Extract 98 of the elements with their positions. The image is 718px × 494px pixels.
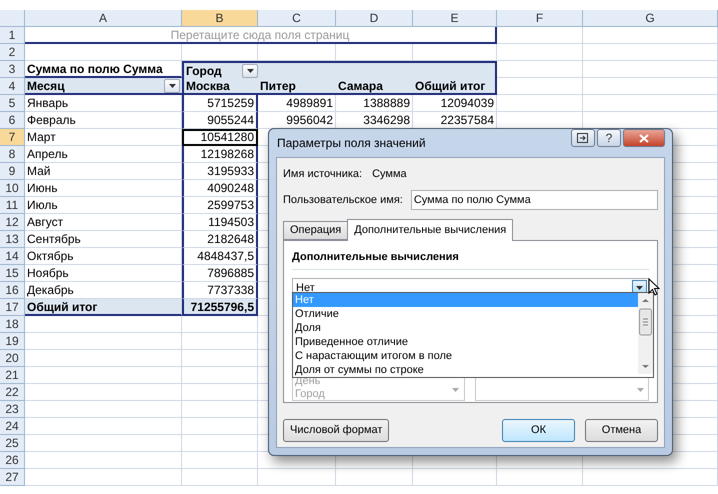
header-label: Питер: [260, 78, 296, 94]
table-cell: 71255796,5: [182, 299, 258, 316]
scroll-down-icon: [452, 388, 460, 392]
column-header[interactable]: E: [413, 10, 497, 27]
table-cell: 1388889: [336, 95, 413, 112]
table-cell: 12198268: [182, 146, 258, 163]
header-label: Месяц: [27, 78, 65, 94]
scrollbar[interactable]: [638, 293, 653, 374]
row-header[interactable]: 11: [0, 197, 25, 214]
row-header[interactable]: 6: [0, 112, 25, 129]
table-cell: Февраль: [25, 112, 182, 129]
row-header[interactable]: 22: [0, 384, 25, 401]
tab[interactable]: Дополнительные вычисления: [347, 219, 514, 241]
table-cell: 10541280: [182, 129, 258, 146]
column-header[interactable]: C: [258, 10, 336, 27]
header-label: Самара: [338, 78, 383, 94]
table-cell: 3195933: [182, 163, 258, 180]
column-header[interactable]: A: [25, 10, 182, 27]
dropdown-option[interactable]: Доля: [293, 321, 638, 335]
column-header[interactable]: B: [182, 10, 258, 27]
row-header[interactable]: 8: [0, 146, 25, 163]
list-item: Город: [295, 388, 326, 400]
filter-button[interactable]: [242, 64, 258, 78]
tab[interactable]: Операция: [283, 221, 348, 240]
table-cell: Июль: [25, 197, 182, 214]
row-header[interactable]: 14: [0, 248, 25, 265]
column-header[interactable]: F: [497, 10, 583, 27]
row-header[interactable]: 18: [0, 316, 25, 333]
dropdown-option[interactable]: С нарастающим итогом в поле: [293, 349, 638, 363]
dropdown-option[interactable]: Приведенное отличие: [293, 335, 638, 349]
header-label: Москва: [186, 78, 230, 94]
dropdown-option[interactable]: Отличие: [293, 307, 638, 321]
table-cell: Январь: [25, 95, 182, 112]
table-cell: Март: [25, 129, 182, 146]
window-title: Параметры поля значений: [276, 135, 426, 152]
row-header[interactable]: 13: [0, 231, 25, 248]
row-header[interactable]: 23: [0, 401, 25, 418]
table-cell: 12094039: [413, 95, 497, 112]
caret-icon: [246, 68, 254, 72]
table-cell: 9055244: [182, 112, 258, 129]
row-header[interactable]: 17: [0, 299, 25, 316]
row-header[interactable]: 24: [0, 418, 25, 435]
row-header[interactable]: 2: [0, 44, 25, 61]
custom-name-label: Пользовательское имя:: [283, 192, 403, 208]
header-label: Город: [186, 62, 222, 80]
row-header[interactable]: 1: [0, 27, 25, 44]
row-header[interactable]: 12: [0, 214, 25, 231]
custom-name-field[interactable]: Сумма по полю Сумма: [410, 190, 658, 210]
section-heading: Дополнительные вычисления: [292, 249, 649, 270]
caret-icon: [636, 286, 643, 290]
row-header[interactable]: 26: [0, 452, 25, 469]
row-header[interactable]: 25: [0, 435, 25, 452]
row-header[interactable]: 15: [0, 265, 25, 282]
row-header[interactable]: 10: [0, 180, 25, 197]
table-cell: Ноябрь: [25, 265, 182, 282]
dialog-button[interactable]: ОК: [502, 419, 575, 442]
window-icon: [577, 132, 589, 144]
row-header[interactable]: 16: [0, 282, 25, 299]
dialog-button[interactable]: Отмена: [585, 419, 658, 442]
collapse-button[interactable]: [571, 129, 595, 147]
table-cell: 2182648: [182, 231, 258, 248]
table-cell: Сентябрь: [25, 231, 182, 248]
table-cell: Август: [25, 214, 182, 231]
row-header[interactable]: 27: [0, 469, 25, 486]
row-header[interactable]: 5: [0, 95, 25, 112]
dialog-button[interactable]: Числовой формат: [283, 419, 390, 442]
header-label: Сумма по полю Сумма: [27, 60, 163, 78]
column-header[interactable]: G: [583, 10, 718, 27]
header-label: Общий итог: [415, 78, 486, 94]
table-cell: Октябрь: [25, 248, 182, 265]
table-cell: 7896885: [182, 265, 258, 282]
column-header[interactable]: D: [336, 10, 413, 27]
close-icon: [639, 134, 649, 142]
page-field-drop-zone: Перетащите сюда поля страниц: [25, 27, 497, 44]
table-cell: Общий итог: [25, 299, 182, 316]
table-cell: 4989891: [258, 95, 336, 112]
row-header[interactable]: 21: [0, 367, 25, 384]
table-cell: 4090248: [182, 180, 258, 197]
table-cell: Апрель: [25, 146, 182, 163]
row-header[interactable]: 4: [0, 78, 25, 95]
row-header[interactable]: 20: [0, 350, 25, 367]
table-cell: 2599753: [182, 197, 258, 214]
filter-button[interactable]: [164, 78, 180, 92]
scroll-down-icon: [637, 388, 644, 392]
source-name-label: Имя источника:: [283, 166, 362, 182]
caret-icon: [168, 84, 176, 88]
table-cell: 1194503: [182, 214, 258, 231]
help-button[interactable]: ?: [597, 129, 621, 147]
row-header[interactable]: 19: [0, 333, 25, 350]
table-cell: 5715259: [182, 95, 258, 112]
close-button[interactable]: [623, 129, 665, 147]
table-cell: 4848437,5: [182, 248, 258, 265]
table-cell: Май: [25, 163, 182, 180]
row-header[interactable]: 9: [0, 163, 25, 180]
source-name-value: Сумма: [372, 166, 407, 182]
row-header[interactable]: 3: [0, 61, 25, 78]
table-cell: Июнь: [25, 180, 182, 197]
row-header[interactable]: 7: [0, 129, 25, 146]
